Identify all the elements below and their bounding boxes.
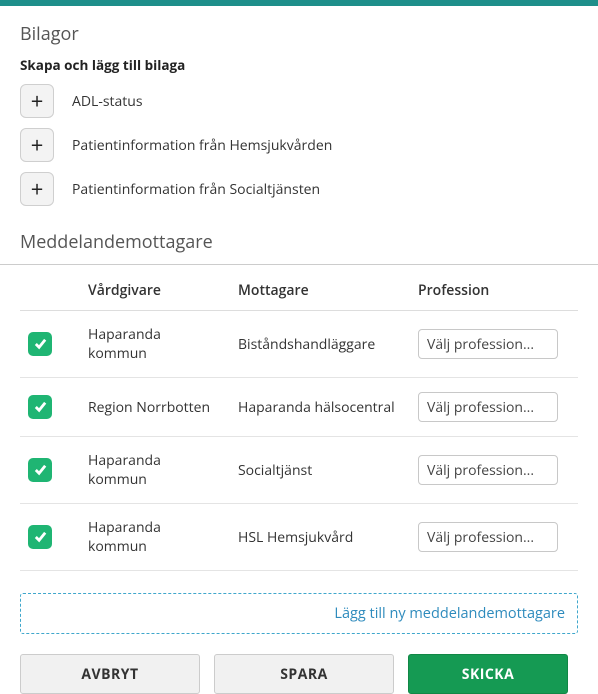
row-checkbox[interactable] [28, 395, 52, 419]
cancel-button[interactable]: AVBRYT [20, 654, 200, 694]
add-recipient-button[interactable]: Lägg till ny meddelandemottagare [20, 593, 578, 634]
bilagor-list: + ADL-status + Patientinformation från H… [20, 84, 578, 206]
save-button[interactable]: SPARA [214, 654, 394, 694]
bilaga-row: + Patientinformation från Hemsjukvården [20, 128, 578, 162]
provider-cell: Haparanda kommun [80, 437, 230, 504]
bilaga-row: + Patientinformation från Socialtjänsten [20, 172, 578, 206]
check-icon [33, 529, 48, 544]
add-bilaga-button[interactable]: + [20, 84, 54, 118]
table-header-row: Vårdgivare Mottagare Profession [20, 271, 578, 311]
check-icon [33, 336, 48, 351]
add-bilaga-button[interactable]: + [20, 128, 54, 162]
bilagor-subtitle: Skapa och lägg till bilaga [20, 56, 578, 74]
bilagor-title: Bilagor [20, 22, 578, 46]
add-bilaga-button[interactable]: + [20, 172, 54, 206]
plus-icon: + [31, 86, 44, 116]
table-row: Haparanda kommun Socialtjänst Välj profe… [20, 437, 578, 504]
plus-icon: + [31, 130, 44, 160]
profession-select[interactable]: Välj profession... [418, 392, 558, 422]
receiver-cell: Biståndshandläggare [230, 311, 410, 378]
receiver-cell: Socialtjänst [230, 437, 410, 504]
row-checkbox[interactable] [28, 332, 52, 356]
table-row: Haparanda kommun Biståndshandläggare Väl… [20, 311, 578, 378]
section-divider [0, 264, 598, 265]
provider-cell: Haparanda kommun [80, 311, 230, 378]
send-button[interactable]: SKICKA [408, 654, 568, 694]
content-area: Bilagor Skapa och lägg till bilaga + ADL… [0, 6, 598, 694]
table-row: Haparanda kommun HSL Hemsjukvård Välj pr… [20, 504, 578, 571]
profession-select[interactable]: Välj profession... [418, 329, 558, 359]
check-icon [33, 399, 48, 414]
bilaga-label: Patientinformation från Socialtjänsten [72, 180, 320, 199]
receiver-cell: HSL Hemsjukvård [230, 504, 410, 571]
plus-icon: + [31, 174, 44, 204]
provider-cell: Region Norrbotten [80, 378, 230, 437]
bilaga-label: Patientinformation från Hemsjukvården [72, 136, 332, 155]
recipients-table: Vårdgivare Mottagare Profession Haparand… [20, 271, 578, 571]
profession-select[interactable]: Välj profession... [418, 455, 558, 485]
recipients-title: Meddelandemottagare [20, 230, 578, 254]
action-buttons: AVBRYT SPARA SKICKA [20, 654, 578, 694]
profession-select[interactable]: Välj profession... [418, 522, 558, 552]
col-profession-header: Profession [410, 271, 578, 311]
check-icon [33, 462, 48, 477]
col-provider-header: Vårdgivare [80, 271, 230, 311]
bilaga-label: ADL-status [72, 92, 143, 111]
bilaga-row: + ADL-status [20, 84, 578, 118]
row-checkbox[interactable] [28, 525, 52, 549]
row-checkbox[interactable] [28, 458, 52, 482]
table-row: Region Norrbotten Haparanda hälsocentral… [20, 378, 578, 437]
col-checkbox-header [20, 271, 80, 311]
col-receiver-header: Mottagare [230, 271, 410, 311]
provider-cell: Haparanda kommun [80, 504, 230, 571]
receiver-cell: Haparanda hälsocentral [230, 378, 410, 437]
